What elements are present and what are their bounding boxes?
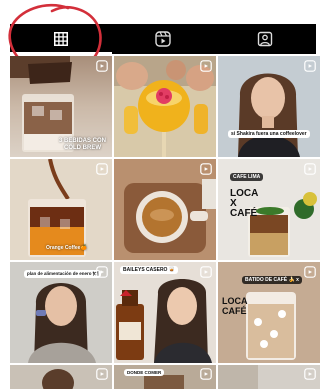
reel-icon [96,368,108,380]
post-tile-6[interactable]: CAFE LIMA LOCA X CAFÉ [218,159,320,260]
post-caption: BAILEYS CASERO 🥃 [120,266,179,274]
reel-icon [304,368,316,380]
reel-icon [96,163,108,175]
reel-icon [304,60,316,72]
post-caption: plan de alimentación de enero 🍽 [24,270,102,278]
reel-icon [304,163,316,175]
tagged-tab[interactable] [214,24,316,54]
post-tile-11[interactable]: DONDE COMER [114,365,216,389]
post-tile-4[interactable]: Orange Coffee🍊 [10,159,112,260]
post-caption: si Shakira fuera una coffeelover [228,130,310,138]
post-tile-1[interactable]: 3 BEBIDAS CON COLD BREW [10,56,112,157]
tagged-icon [257,31,273,47]
post-tile-9[interactable]: BATIDO DE CAFÉ 🍌 x LOCA CAFÉ [218,262,320,363]
reels-icon [155,31,171,47]
post-tile-10[interactable] [10,365,112,389]
profile-tab-bar [10,24,316,54]
post-overlay-text: LOCA X CAFÉ [230,188,259,219]
reels-tab[interactable] [112,24,214,54]
post-caption: Orange Coffee🍊 [46,245,87,251]
post-overlay-text: LOCA CAFÉ [222,296,248,316]
grid-icon [54,32,68,46]
post-tile-8[interactable]: BAILEYS CASERO 🥃 [114,262,216,363]
post-caption: CAFE LIMA [230,173,264,181]
post-tile-7[interactable]: plan de alimentación de enero 🍽 [10,262,112,363]
post-tile-3[interactable]: si Shakira fuera una coffeelover [218,56,320,157]
reel-icon [200,60,212,72]
post-caption: DONDE COMER [124,369,165,376]
post-tile-2[interactable] [114,56,216,157]
reel-icon [96,60,108,72]
post-tile-5[interactable] [114,159,216,260]
reel-icon [304,266,316,278]
post-caption: BATIDO DE CAFÉ 🍌 x [242,276,302,284]
grid-tab[interactable] [10,24,112,54]
reel-icon [96,266,108,278]
posts-grid: 3 BEBIDAS CON COLD BREW si Shakira fuera… [10,56,320,389]
reel-icon [200,266,212,278]
post-tile-12[interactable] [218,365,320,389]
post-caption: 3 BEBIDAS CON COLD BREW [58,138,106,151]
top-strip [0,0,316,24]
reel-icon [200,163,212,175]
reel-icon [200,368,212,380]
